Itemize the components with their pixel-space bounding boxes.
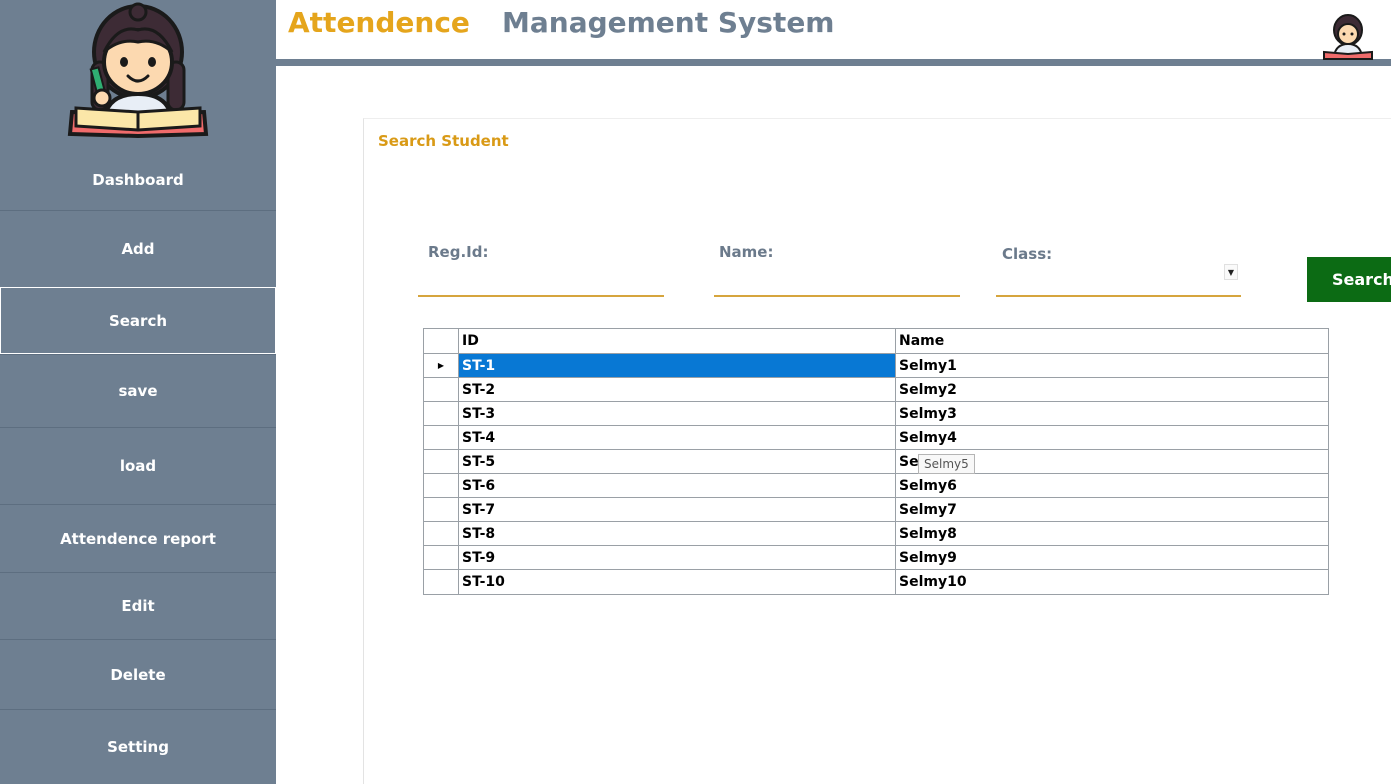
sidebar-item-label: Add	[121, 240, 155, 258]
cell-id[interactable]: ST-8	[459, 522, 896, 545]
sidebar-item-label: Dashboard	[92, 171, 184, 189]
sidebar-item-add[interactable]: Add	[0, 210, 276, 287]
cell-id[interactable]: ST-9	[459, 546, 896, 569]
sidebar-item-label: load	[119, 457, 157, 475]
row-selector[interactable]	[424, 570, 459, 594]
sidebar-item-label: Delete	[110, 665, 166, 684]
app-window: Dashboard Add Search save load Attendenc…	[0, 0, 1391, 784]
table-row[interactable]: ST-5 Se	[424, 450, 1328, 474]
table-row[interactable]: ST-2 Selmy2	[424, 378, 1328, 402]
cell-name[interactable]: Selmy6	[896, 474, 1328, 497]
cell-name[interactable]: Selmy4	[896, 426, 1328, 449]
row-selector[interactable]	[424, 546, 459, 569]
cell-id[interactable]: ST-10	[459, 570, 896, 594]
table-row[interactable]: ST-7 Selmy7	[424, 498, 1328, 522]
row-selector[interactable]	[424, 378, 459, 401]
row-selector[interactable]	[424, 450, 459, 473]
column-header-id[interactable]: ID	[459, 329, 896, 353]
row-selector[interactable]	[424, 426, 459, 449]
table-row[interactable]: ▶ ST-1 Selmy1	[424, 354, 1328, 378]
row-selector[interactable]	[424, 498, 459, 521]
cell-id[interactable]: ST-1	[459, 354, 896, 377]
cell-name[interactable]: Selmy9	[896, 546, 1328, 569]
sidebar-item-setting[interactable]: Setting	[0, 709, 276, 784]
sidebar-item-edit[interactable]: Edit	[0, 572, 276, 639]
column-header-name[interactable]: Name	[896, 329, 1328, 353]
sidebar-item-label: Attendence report	[60, 529, 216, 548]
cell-id[interactable]: ST-4	[459, 426, 896, 449]
class-label: Class:	[1002, 245, 1053, 263]
sidebar-item-label: Setting	[107, 738, 169, 756]
row-pointer-icon[interactable]: ▶	[424, 354, 459, 377]
cell-name[interactable]: Selmy10	[896, 570, 1328, 594]
student-avatar-icon	[1323, 14, 1373, 60]
sidebar: Dashboard Add Search save load Attendenc…	[0, 0, 276, 784]
sidebar-item-label: Edit	[121, 597, 155, 615]
cell-name[interactable]: Selmy2	[896, 378, 1328, 401]
class-select[interactable]	[998, 263, 1208, 289]
sidebar-item-label: Search	[108, 311, 168, 330]
row-selector[interactable]	[424, 522, 459, 545]
chevron-down-icon[interactable]: ▼	[1224, 264, 1238, 280]
table-row[interactable]: ST-8 Selmy8	[424, 522, 1328, 546]
reg-id-label: Reg.Id:	[428, 243, 489, 261]
logo-area	[0, 0, 276, 150]
row-header-corner	[424, 329, 459, 353]
grid-header-row: ID Name	[424, 329, 1328, 354]
row-selector[interactable]	[424, 402, 459, 425]
cell-id[interactable]: ST-3	[459, 402, 896, 425]
table-row[interactable]: ST-9 Selmy9	[424, 546, 1328, 570]
cell-id[interactable]: ST-6	[459, 474, 896, 497]
students-grid[interactable]: ID Name ▶ ST-1 Selmy1 ST-2 Selmy2 ST-3 S…	[423, 328, 1329, 595]
table-row[interactable]: ST-10 Selmy10	[424, 570, 1328, 594]
search-panel: Search Student Reg.Id: Name: Class: ▼ Se…	[363, 118, 1391, 784]
cell-id[interactable]: ST-2	[459, 378, 896, 401]
reg-id-underline	[418, 295, 664, 297]
cell-tooltip: Selmy5	[918, 454, 975, 474]
cell-name[interactable]: Selmy7	[896, 498, 1328, 521]
name-underline	[714, 295, 960, 297]
sidebar-item-search[interactable]: Search	[0, 287, 276, 354]
app-title-primary: Attendence	[288, 6, 470, 39]
student-reading-logo	[67, 2, 209, 139]
search-button-label: Search	[1332, 270, 1391, 289]
app-title-secondary: Management System	[502, 6, 835, 39]
cell-id[interactable]: ST-7	[459, 498, 896, 521]
sidebar-item-attendence-report[interactable]: Attendence report	[0, 504, 276, 572]
row-selector[interactable]	[424, 474, 459, 497]
class-underline	[996, 295, 1241, 297]
cell-name[interactable]: Selmy1	[896, 354, 1328, 377]
panel-title: Search Student	[378, 132, 509, 150]
cell-id[interactable]: ST-5	[459, 450, 896, 473]
table-row[interactable]: ST-3 Selmy3	[424, 402, 1328, 426]
sidebar-item-load[interactable]: load	[0, 427, 276, 504]
name-input[interactable]	[716, 269, 960, 295]
name-label: Name:	[719, 243, 774, 261]
table-row[interactable]: ST-6 Selmy6	[424, 474, 1328, 498]
search-button[interactable]: Search	[1307, 257, 1391, 302]
table-row[interactable]: ST-4 Selmy4	[424, 426, 1328, 450]
sidebar-item-label: save	[118, 382, 158, 400]
sidebar-item-dashboard[interactable]: Dashboard	[0, 150, 276, 210]
sidebar-item-save[interactable]: save	[0, 354, 276, 427]
header-divider	[276, 59, 1391, 66]
sidebar-item-delete[interactable]: Delete	[0, 639, 276, 709]
cell-name[interactable]: Selmy8	[896, 522, 1328, 545]
header: Attendence Management System	[276, 0, 1391, 66]
reg-id-input[interactable]	[420, 269, 664, 295]
cell-name[interactable]: Selmy3	[896, 402, 1328, 425]
